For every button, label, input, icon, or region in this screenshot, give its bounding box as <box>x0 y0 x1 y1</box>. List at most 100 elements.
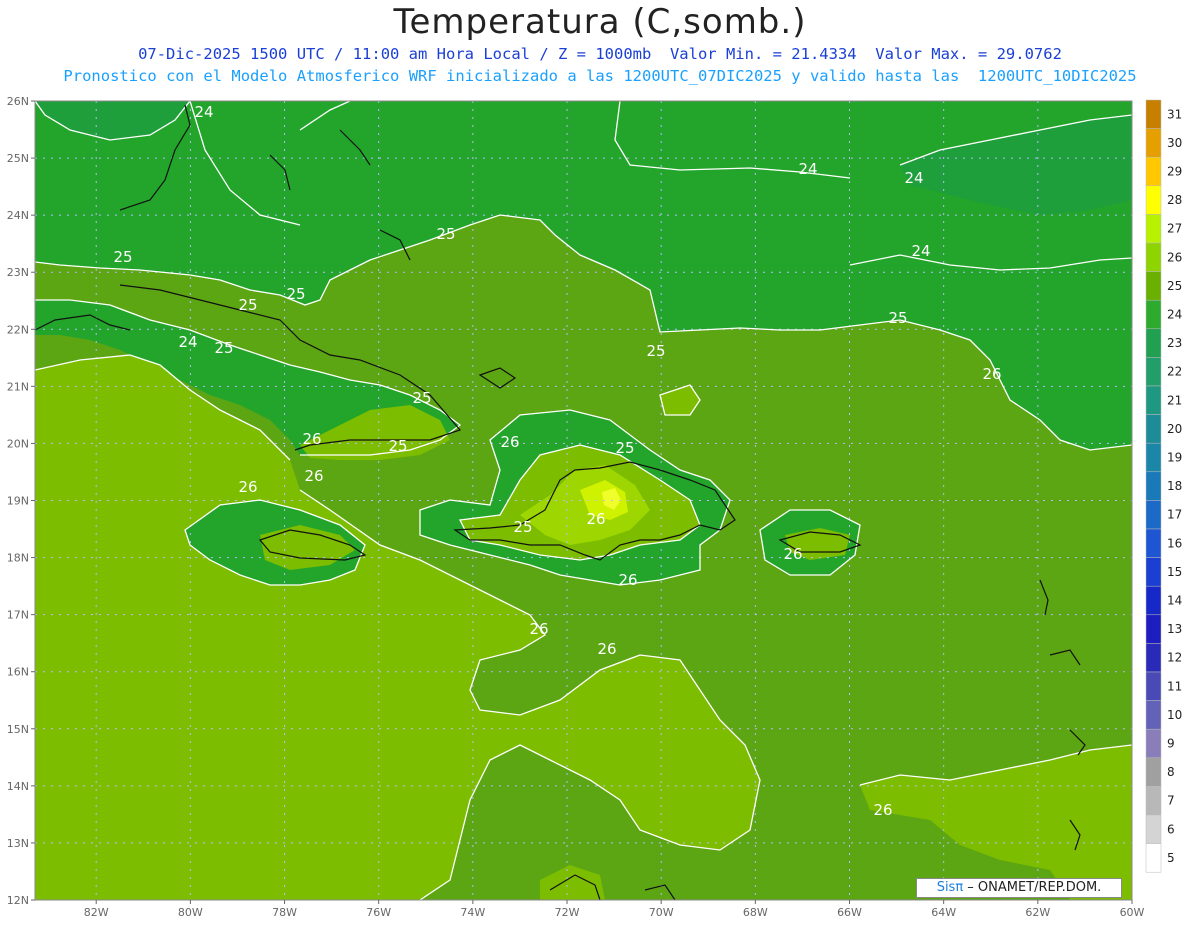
colorbar-label: 5 <box>1167 851 1175 865</box>
colorbar-label: 30 <box>1167 136 1182 150</box>
lat-tick-label: 26N <box>7 95 29 108</box>
lat-tick-label: 18N <box>7 552 29 565</box>
lat-tick-label: 13N <box>7 837 29 850</box>
colorbar-label: 12 <box>1167 651 1182 665</box>
colorbar-label: 29 <box>1167 165 1182 179</box>
colorbar-swatch <box>1145 728 1162 759</box>
lat-tick-label: 25N <box>7 152 29 165</box>
colorbar-label: 31 <box>1167 107 1182 121</box>
colorbar-swatch <box>1145 128 1162 158</box>
colorbar-swatch <box>1145 700 1162 730</box>
contour-label: 26 <box>618 571 637 589</box>
lon-tick-label: 72W <box>555 906 580 919</box>
contour-label: 24 <box>178 333 197 351</box>
credit-box: Sisπ – ONAMET/REP.DOM. <box>916 878 1122 898</box>
lon-tick-label: 68W <box>743 906 768 919</box>
lat-tick-label: 16N <box>7 666 29 679</box>
colorbar-label: 20 <box>1167 422 1182 436</box>
lat-tick-label: 17N <box>7 609 29 622</box>
colorbar-swatch <box>1145 614 1162 644</box>
lon-tick-label: 76W <box>366 906 391 919</box>
colorbar-label: 14 <box>1167 594 1182 608</box>
lat-tick-label: 21N <box>7 380 29 393</box>
colorbar-swatch <box>1145 185 1162 215</box>
colorbar-swatch <box>1145 786 1162 816</box>
colorbar-swatch <box>1145 757 1162 787</box>
lon-tick-label: 74W <box>460 906 485 919</box>
lat-tick-label: 22N <box>7 323 29 336</box>
colorbar-swatch <box>1145 99 1162 129</box>
lon-tick-label: 78W <box>272 906 297 919</box>
colorbar-label: 26 <box>1167 250 1182 264</box>
contour-label: 25 <box>286 285 305 303</box>
contour-label: 25 <box>646 342 665 360</box>
colorbar-label: 18 <box>1167 479 1182 493</box>
sispi-logo: Sisπ <box>936 880 964 895</box>
lon-tick-label: 82W <box>84 906 109 919</box>
contour-label: 26 <box>500 433 519 451</box>
contour-label: 26 <box>238 478 257 496</box>
contour-label: 25 <box>113 248 132 266</box>
colorbar-swatch <box>1145 414 1162 444</box>
colorbar-label: 7 <box>1167 794 1175 808</box>
colorbar-swatch <box>1145 442 1162 473</box>
colorbar-label: 11 <box>1167 679 1182 693</box>
contour-label: 25 <box>436 225 455 243</box>
colorbar-label: 27 <box>1167 222 1182 236</box>
lat-tick-label: 15N <box>7 723 29 736</box>
lon-tick-label: 60W <box>1120 906 1145 919</box>
contour-label: 25 <box>513 518 532 536</box>
colorbar-swatch <box>1145 643 1162 673</box>
contour-label: 24 <box>904 169 923 187</box>
contour-label: 25 <box>615 439 634 457</box>
lat-tick-label: 24N <box>7 209 29 222</box>
colorbar-swatch <box>1145 271 1162 301</box>
colorbar-swatch <box>1145 156 1162 187</box>
contour-label: 26 <box>302 430 321 448</box>
contour-label: 26 <box>586 510 605 528</box>
colorbar-label: 24 <box>1167 308 1182 322</box>
lon-tick-label: 64W <box>931 906 956 919</box>
colorbar-swatch <box>1145 814 1162 844</box>
lon-tick-label: 80W <box>178 906 203 919</box>
colorbar-label: 8 <box>1167 765 1175 779</box>
temperature-map: 24 24 24 24 25 25 25 25 25 25 25 24 25 26 26 25 25 26 25 26… <box>7 95 1183 919</box>
lon-tick-label: 66W <box>837 906 862 919</box>
contour-label: 25 <box>388 437 407 455</box>
colorbar-label: 22 <box>1167 365 1182 379</box>
lat-tick-label: 23N <box>7 266 29 279</box>
lat-tick-label: 12N <box>7 894 29 907</box>
contour-label: 26 <box>783 545 802 563</box>
colorbar-label: 15 <box>1167 565 1182 579</box>
lat-tick-label: 14N <box>7 780 29 793</box>
colorbar-label: 21 <box>1167 393 1182 407</box>
colorbar-swatch <box>1145 328 1162 358</box>
colorbar-swatch <box>1145 471 1162 501</box>
contour-label: 25 <box>412 389 431 407</box>
colorbar-label: 9 <box>1167 737 1175 751</box>
colorbar-swatch <box>1145 299 1162 330</box>
colorbar-label: 28 <box>1167 193 1182 207</box>
lat-tick-label: 19N <box>7 495 29 508</box>
colorbar-label: 16 <box>1167 536 1182 550</box>
colorbar-swatch <box>1145 671 1162 701</box>
contour-label: 26 <box>529 620 548 638</box>
colorbar-swatch <box>1145 242 1162 272</box>
contour-label: 26 <box>597 640 616 658</box>
contour-label: 25 <box>238 296 257 314</box>
colorbar: 31 30 29 28 27 26 25 24 23 22 21 20 19 18 17 16 15 14 13 12… <box>1145 99 1182 873</box>
colorbar-label: 6 <box>1167 822 1175 836</box>
contour-label: 26 <box>304 467 323 485</box>
map-plot-area: 24 24 24 24 25 25 25 25 25 25 25 24 25 26 26 25 25 26 25 26… <box>35 101 1132 900</box>
lat-tick-label: 20N <box>7 437 29 450</box>
contour-label: 24 <box>798 160 817 178</box>
colorbar-label: 13 <box>1167 622 1182 636</box>
colorbar-swatch <box>1145 528 1162 558</box>
colorbar-label: 10 <box>1167 708 1182 722</box>
credit-text: – ONAMET/REP.DOM. <box>963 880 1102 895</box>
colorbar-swatch <box>1145 557 1162 587</box>
contour-label: 25 <box>214 339 233 357</box>
colorbar-swatch <box>1145 500 1162 530</box>
colorbar-swatch <box>1145 357 1162 387</box>
contour-label: 24 <box>194 103 213 121</box>
